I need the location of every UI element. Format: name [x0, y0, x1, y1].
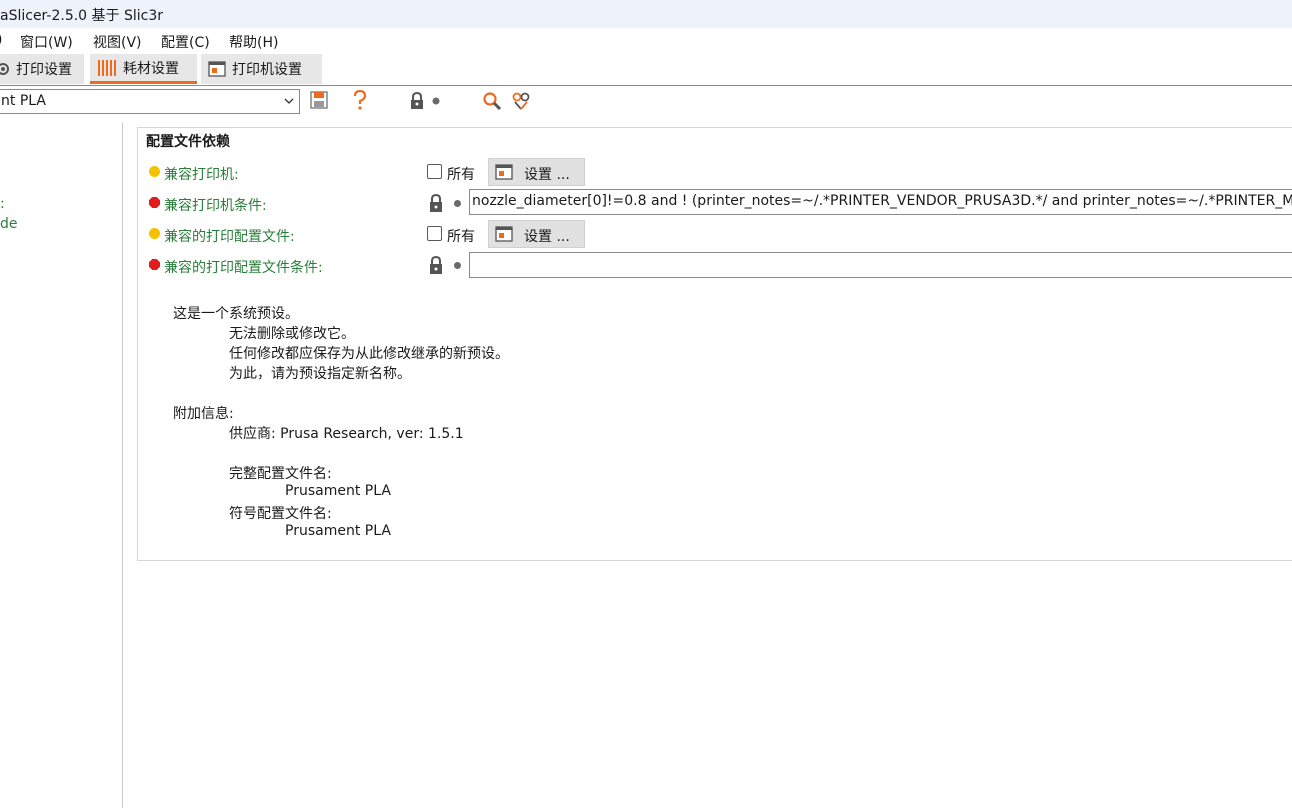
yellow-indicator-icon — [149, 228, 160, 239]
menu-item-help[interactable]: 帮助(H) — [229, 32, 278, 52]
tab-print-settings[interactable]: 打印设置 — [0, 54, 84, 84]
menu-item-view[interactable]: 视图(V) — [93, 32, 142, 52]
dot-icon — [432, 97, 440, 105]
printer-icon — [495, 164, 513, 180]
compatible-printers-all-label: 所有 — [447, 167, 475, 183]
save-icon[interactable] — [310, 91, 328, 109]
tab-bar: 打印设置 耗材设置 打印机设置 — [0, 52, 1292, 86]
filament-spool-icon — [98, 59, 116, 76]
preset-select[interactable]: nt PLA — [0, 89, 300, 114]
printer-icon — [495, 226, 513, 242]
full-name-label: 完整配置文件名: — [229, 466, 332, 482]
set-button-label: 设置 ... — [524, 167, 570, 183]
cannot-delete-notice: 无法删除或修改它。 — [229, 326, 355, 342]
compatible-prints-all-label: 所有 — [447, 229, 475, 245]
set-button-label: 设置 ... — [524, 229, 570, 245]
yellow-indicator-icon — [149, 166, 160, 177]
lock-icon[interactable] — [428, 256, 444, 274]
menu-item-window[interactable]: 窗口(W) — [20, 32, 73, 52]
compatible-prints-label: 兼容的打印配置文件: — [164, 229, 295, 245]
compatible-prints-all-checkbox[interactable] — [427, 226, 442, 241]
title-bar: aSlicer-2.5.0 基于 Slic3r — [0, 0, 1292, 28]
tab-printer-settings[interactable]: 打印机设置 — [201, 54, 322, 84]
printer-icon — [208, 61, 226, 77]
menu-item-config[interactable]: 配置(C) — [161, 32, 210, 52]
symbol-name-label: 符号配置文件名: — [229, 506, 332, 522]
compatible-prints-set-button[interactable]: 设置 ... — [488, 220, 585, 248]
search-icon[interactable] — [482, 91, 502, 111]
group-title: 配置文件依赖 — [146, 131, 234, 151]
compare-presets-icon[interactable] — [512, 92, 530, 110]
symbol-name-value: Prusament PLA — [285, 523, 391, 539]
menu-bar: ) 窗口(W) 视图(V) 配置(C) 帮助(H) — [0, 28, 1292, 53]
rename-notice: 为此，请为预设指定新名称。 — [229, 366, 411, 382]
window-title: aSlicer-2.5.0 基于 Slic3r — [0, 8, 164, 24]
compatible-printers-all-checkbox[interactable] — [427, 164, 442, 179]
extra-info-heading: 附加信息: — [173, 406, 234, 422]
lock-icon[interactable] — [409, 92, 425, 109]
page-tree-item[interactable]: : — [0, 196, 5, 212]
vendor-info: 供应商: Prusa Research, ver: 1.5.1 — [229, 426, 464, 442]
page-tree-item[interactable]: de — [0, 216, 18, 232]
save-as-new-notice: 任何修改都应保存为从此修改继承的新预设。 — [229, 346, 509, 362]
system-preset-notice: 这是一个系统预设。 — [173, 306, 299, 322]
page-tree: : de — [0, 123, 123, 808]
compatible-prints-condition-label: 兼容的打印配置文件条件: — [164, 260, 323, 276]
compatible-printers-label: 兼容打印机: — [164, 167, 239, 183]
tab-label: 打印设置 — [16, 62, 72, 78]
chevron-down-icon[interactable] — [283, 94, 295, 108]
compatible-printers-set-button[interactable]: 设置 ... — [488, 158, 585, 186]
tab-label: 打印机设置 — [232, 62, 302, 78]
tab-filament-settings[interactable]: 耗材设置 — [90, 54, 197, 84]
condition-input-value: nozzle_diameter[0]!=0.8 and ! (printer_n… — [472, 193, 1292, 209]
compatible-printers-condition-label: 兼容打印机条件: — [164, 198, 267, 214]
gear-icon — [0, 63, 9, 75]
full-name-value: Prusament PLA — [285, 483, 391, 499]
compatible-prints-condition-input[interactable] — [469, 252, 1292, 278]
lock-icon[interactable] — [428, 194, 444, 212]
compatible-printers-condition-input[interactable]: nozzle_diameter[0]!=0.8 and ! (printer_n… — [469, 189, 1292, 215]
question-mark-icon[interactable] — [352, 90, 368, 110]
tab-label: 耗材设置 — [123, 60, 179, 77]
dot-icon — [454, 200, 461, 207]
menu-item-truncated[interactable]: ) — [0, 32, 2, 48]
preset-select-value: nt PLA — [1, 93, 46, 109]
dot-icon — [454, 262, 461, 269]
